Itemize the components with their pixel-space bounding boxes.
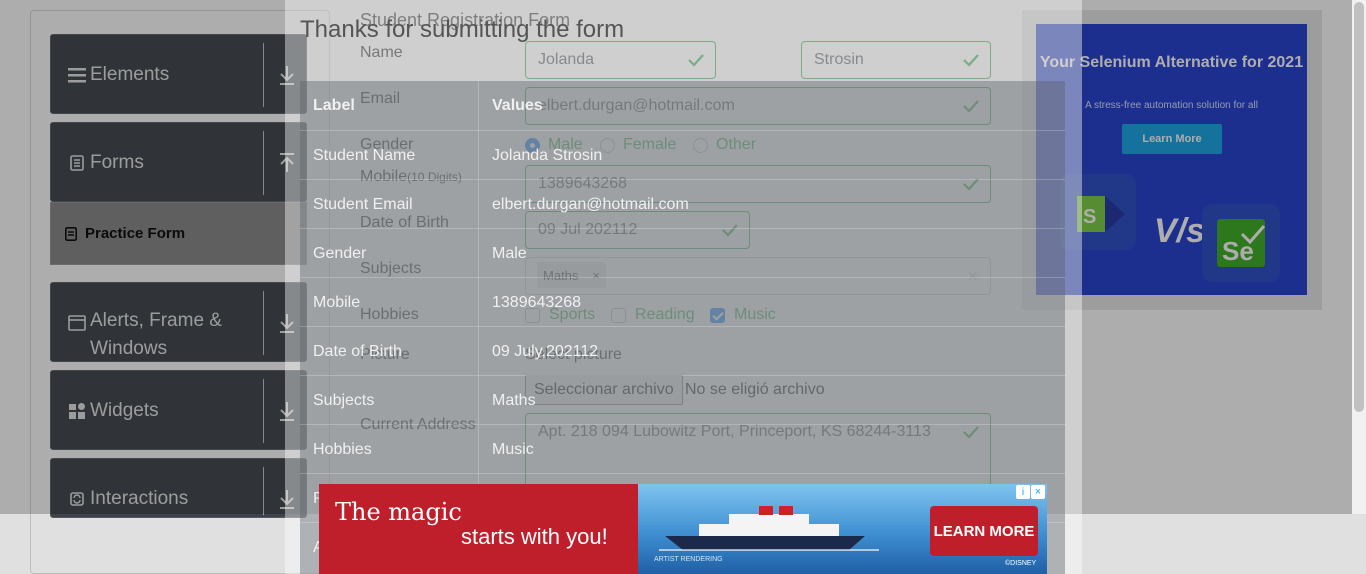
row-label: Hobbies xyxy=(313,441,372,458)
ad-learn-more-button[interactable]: LEARN MORE xyxy=(930,506,1038,556)
row-value: 09 July,202112 xyxy=(492,343,599,360)
row-value: elbert.durgan@hotmail.com xyxy=(492,196,689,213)
page-scrollbar[interactable] xyxy=(1352,0,1366,514)
row-label: Student Email xyxy=(313,196,413,213)
table-row: Date of Birth 09 July,202112 xyxy=(300,326,1065,375)
row-value: Male xyxy=(492,245,527,262)
row-value: Jolanda Strosin xyxy=(492,147,603,164)
row-value: Music xyxy=(492,441,534,458)
row-label: Gender xyxy=(313,245,367,262)
row-value: Maths xyxy=(492,392,536,409)
scrollbar-thumb[interactable] xyxy=(1354,2,1364,412)
table-row: Student Email elbert.durgan@hotmail.com xyxy=(300,179,1065,228)
row-label: Date of Birth xyxy=(313,343,402,360)
row-label: Mobile xyxy=(313,294,361,311)
artist-rendering-note: ARTIST RENDERING xyxy=(654,556,723,563)
row-label: Subjects xyxy=(313,392,375,409)
table-row: Hobbies Music xyxy=(300,424,1065,473)
table-row: Mobile 1389643268 xyxy=(300,277,1065,326)
adchoices-icon[interactable]: i xyxy=(1016,485,1030,499)
bottom-advertisement[interactable]: The magic starts with you! ARTIST RENDER… xyxy=(319,484,1047,574)
ad-line-2: starts with you! xyxy=(461,524,608,549)
table-row: Subjects Maths xyxy=(300,375,1065,424)
disney-copyright: ©DISNEY xyxy=(1005,560,1037,567)
cruise-ship-icon xyxy=(659,506,879,551)
table-row: Student Name Jolanda Strosin xyxy=(300,130,1065,179)
ad-line-1: The magic xyxy=(335,498,462,526)
table-header-row: Label Values xyxy=(300,81,1065,130)
close-ad-icon[interactable]: × xyxy=(1031,485,1045,499)
modal-title: Thanks for submitting the form xyxy=(300,16,625,43)
row-label: Student Name xyxy=(313,147,416,164)
header-values: Values xyxy=(492,97,543,114)
header-label: Label xyxy=(313,97,355,114)
table-row: Gender Male xyxy=(300,228,1065,277)
row-value: 1389643268 xyxy=(492,294,581,311)
